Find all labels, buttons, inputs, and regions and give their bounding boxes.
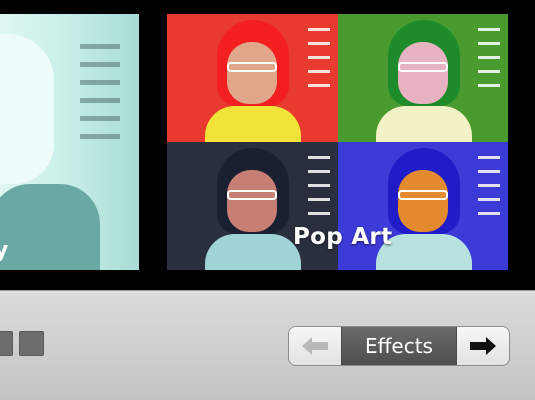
effects-preview-area: y Pop Art <box>0 0 535 290</box>
arrow-right-icon <box>470 337 496 355</box>
effect-tile-label: y <box>0 238 9 263</box>
next-effects-button[interactable] <box>457 327 509 365</box>
pop-art-quadrant-red <box>167 14 338 142</box>
view-mode-button-grid[interactable] <box>19 331 44 356</box>
effect-preview-tile-left[interactable]: y <box>0 14 139 270</box>
preview-shoulder <box>0 184 100 270</box>
preview-face <box>0 34 54 184</box>
previous-effects-button[interactable] <box>289 327 341 365</box>
effects-button[interactable]: Effects <box>341 327 457 365</box>
arrow-left-icon <box>302 337 328 355</box>
view-mode-button[interactable] <box>0 331 13 356</box>
effect-name-label: Pop Art <box>293 224 393 250</box>
pop-art-quadrant-green <box>337 14 508 142</box>
pop-art-quadrant-blue <box>337 142 508 270</box>
pop-art-quadrant-dark <box>167 142 338 270</box>
window-blinds <box>80 44 120 164</box>
effects-navigator: Effects <box>288 326 510 366</box>
